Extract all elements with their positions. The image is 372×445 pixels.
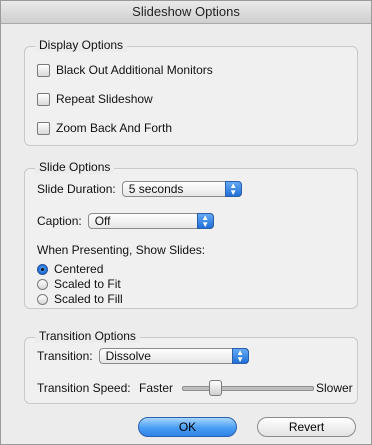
transition-options-group: Transition Options Transition: Dissolve … — [24, 329, 358, 404]
black-out-monitors-label: Black Out Additional Monitors — [56, 63, 213, 77]
transition-speed-slider-track[interactable] — [182, 386, 314, 391]
display-options-group: Display Options Black Out Additional Mon… — [24, 38, 358, 146]
centered-radio[interactable] — [37, 263, 48, 275]
slide-duration-row: Slide Duration: 5 seconds ▲ ▼ — [37, 181, 242, 197]
black-out-monitors-row[interactable]: Black Out Additional Monitors — [37, 63, 213, 77]
slide-duration-value: 5 seconds — [128, 182, 184, 196]
speed-faster-label: Faster — [139, 381, 174, 395]
scaled-to-fit-radio[interactable] — [37, 278, 48, 290]
repeat-slideshow-checkbox[interactable] — [37, 92, 50, 106]
repeat-slideshow-label: Repeat Slideshow — [56, 92, 153, 106]
popup-arrows-icon: ▲ ▼ — [231, 348, 249, 364]
repeat-slideshow-row[interactable]: Repeat Slideshow — [37, 92, 153, 106]
transition-speed-row: Transition Speed: Faster Slower — [37, 378, 353, 398]
slide-duration-popup[interactable]: 5 seconds ▲ ▼ — [121, 181, 242, 197]
black-out-monitors-checkbox[interactable] — [37, 63, 50, 77]
transition-popup[interactable]: Dissolve ▲ ▼ — [98, 348, 249, 364]
radio-centered-row[interactable]: Centered — [37, 262, 103, 276]
transition-row: Transition: Dissolve ▲ ▼ — [37, 348, 249, 364]
window-title: Slideshow Options — [1, 1, 371, 24]
scaled-to-fill-radio[interactable] — [37, 293, 48, 305]
zoom-back-forth-row[interactable]: Zoom Back And Forth — [37, 121, 172, 135]
scaled-to-fill-label: Scaled to Fill — [54, 292, 123, 306]
display-options-legend: Display Options — [35, 38, 128, 52]
transition-options-legend: Transition Options — [35, 329, 140, 343]
slideshow-options-window: Slideshow Options Display Options Black … — [0, 0, 372, 445]
zoom-back-forth-label: Zoom Back And Forth — [56, 121, 173, 135]
radio-scaled-fill-row[interactable]: Scaled to Fill — [37, 292, 123, 306]
ok-button[interactable]: OK — [138, 417, 237, 437]
popup-arrows-icon: ▲ ▼ — [224, 181, 242, 197]
transition-speed-slider-thumb[interactable] — [209, 380, 222, 396]
slide-duration-label: Slide Duration: — [37, 182, 116, 196]
caption-row: Caption: Off ▲ ▼ — [37, 213, 214, 229]
caption-popup[interactable]: Off ▲ ▼ — [87, 213, 214, 229]
centered-label: Centered — [54, 262, 104, 276]
transition-value: Dissolve — [105, 349, 151, 363]
present-label-row: When Presenting, Show Slides: — [37, 243, 205, 257]
zoom-back-forth-checkbox[interactable] — [37, 121, 50, 135]
slide-options-group: Slide Options Slide Duration: 5 seconds … — [24, 160, 358, 309]
caption-label: Caption: — [37, 214, 82, 228]
speed-slower-label: Slower — [316, 381, 353, 395]
when-presenting-label: When Presenting, Show Slides: — [37, 243, 206, 257]
revert-button[interactable]: Revert — [257, 417, 356, 437]
radio-scaled-fit-row[interactable]: Scaled to Fit — [37, 277, 121, 291]
slide-options-legend: Slide Options — [35, 160, 115, 174]
transition-label: Transition: — [37, 349, 93, 363]
transition-speed-label: Transition Speed: — [37, 381, 131, 395]
popup-arrows-icon: ▲ ▼ — [196, 213, 214, 229]
caption-value: Off — [94, 214, 111, 228]
scaled-to-fit-label: Scaled to Fit — [54, 277, 121, 291]
